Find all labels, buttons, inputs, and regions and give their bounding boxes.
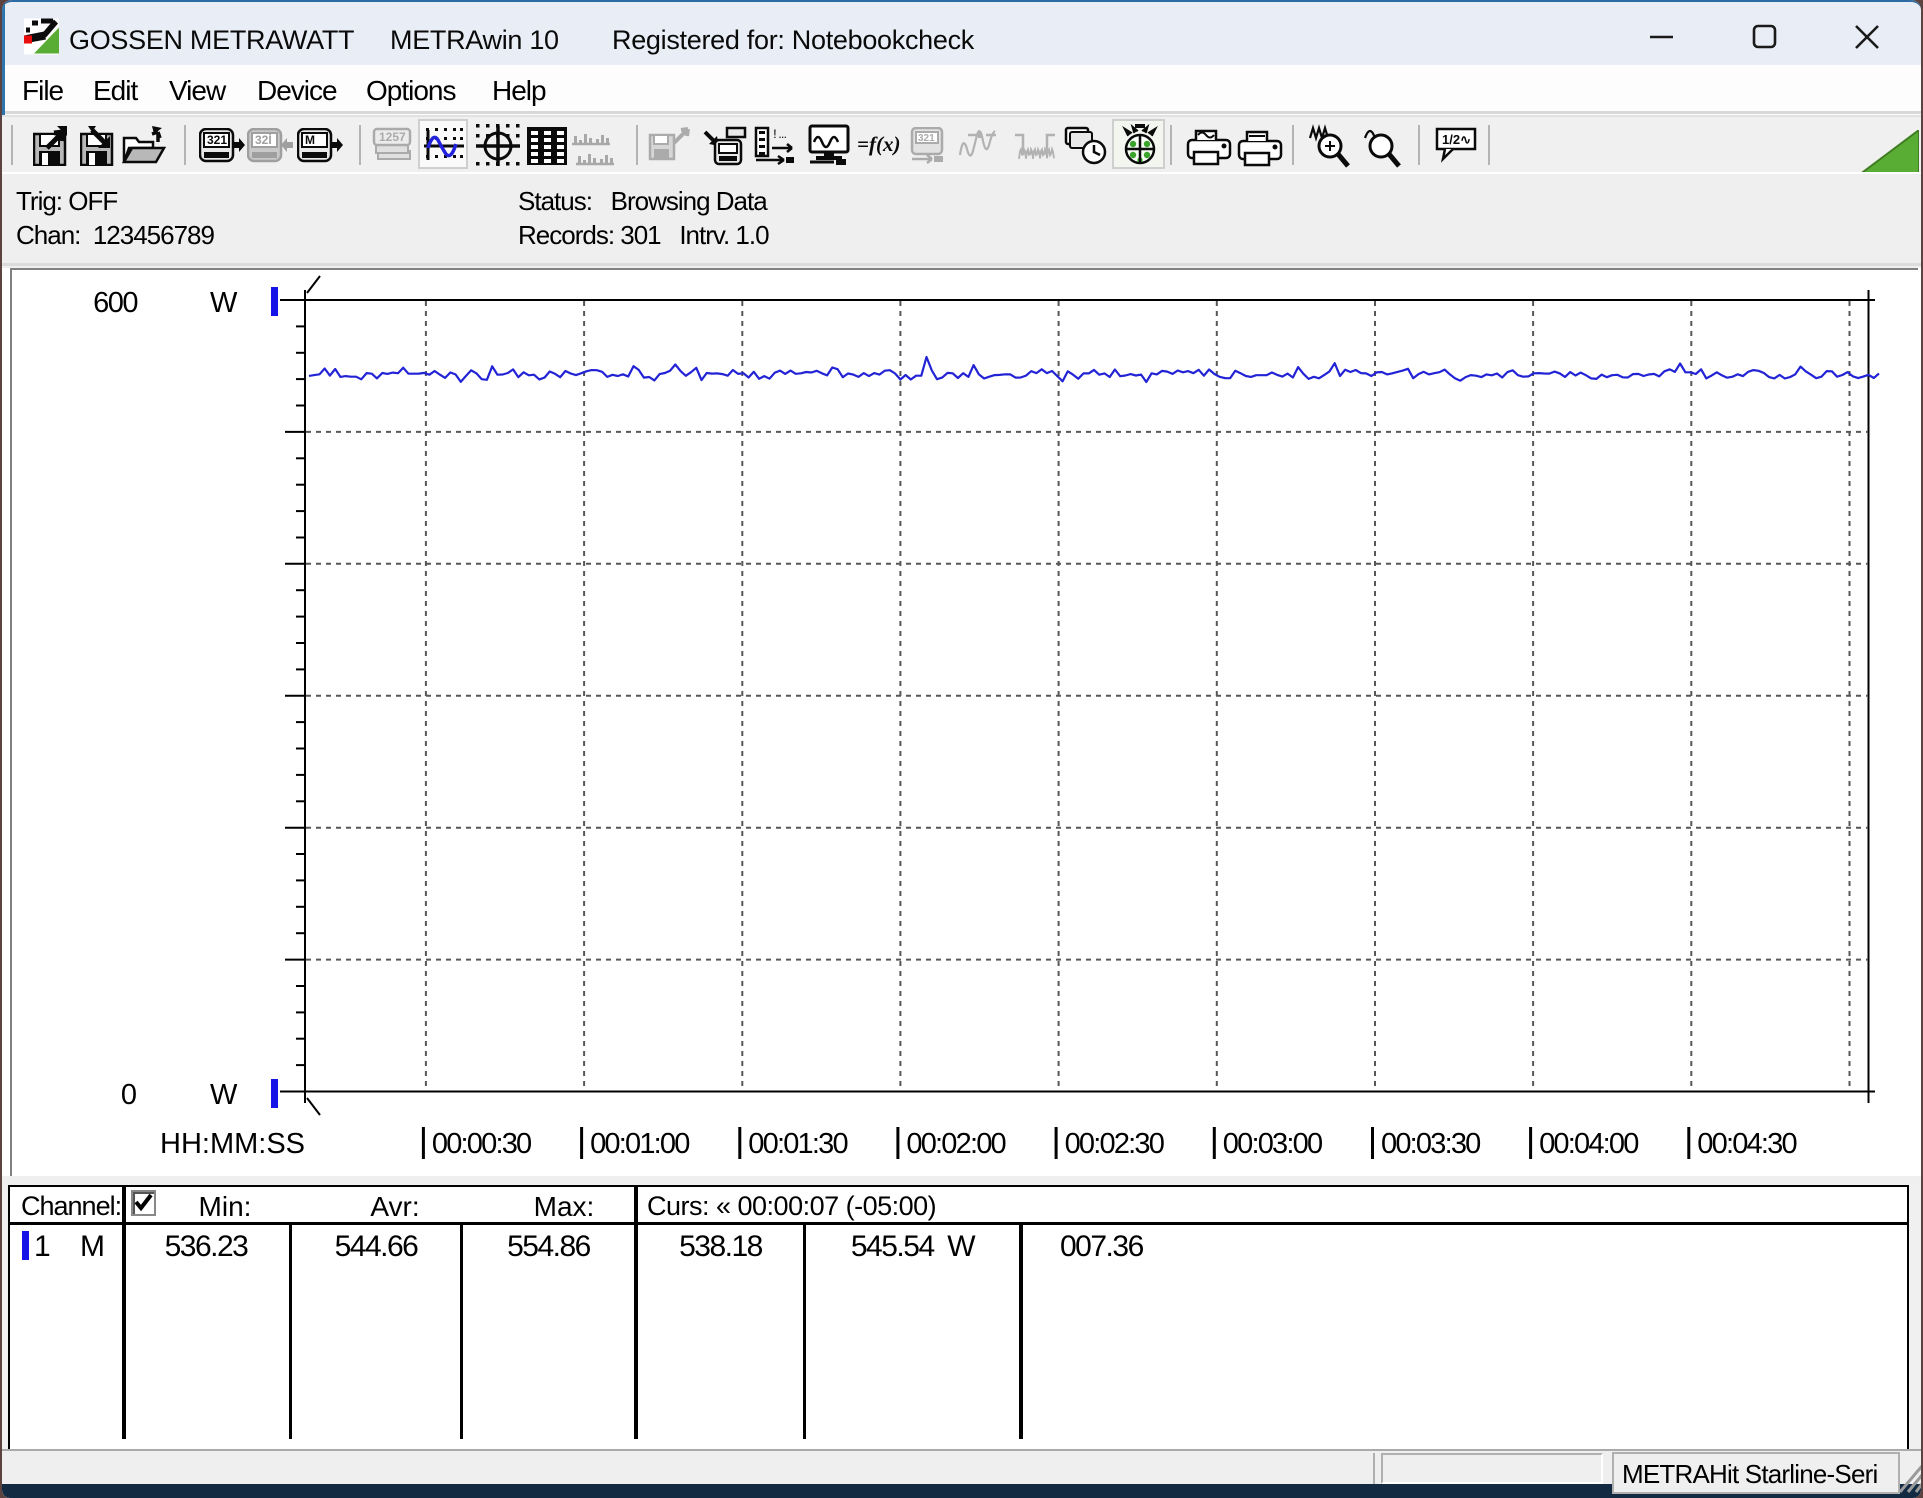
svg-text:1/2∿: 1/2∿ [1442,132,1471,147]
svg-text:M: M [305,133,315,147]
svg-text:321: 321 [207,133,227,147]
svg-text:1257: 1257 [379,130,406,144]
svg-text:=f(x): =f(x) [857,132,900,156]
svg-text:32İ: 32İ [255,132,272,147]
svg-text:!…: !… [771,127,787,142]
svg-text:321: 321 [918,133,935,144]
